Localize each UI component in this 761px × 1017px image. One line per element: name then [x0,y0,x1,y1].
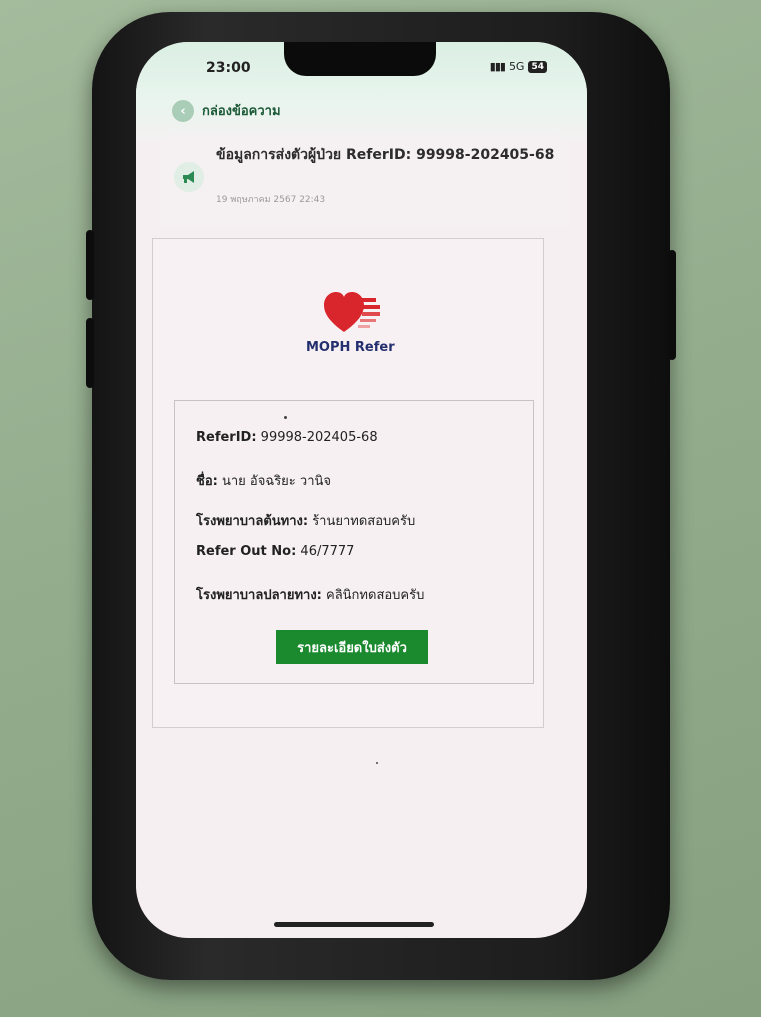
page-title: กล่องข้อความ [202,104,281,119]
dust-speck [284,416,287,419]
patient-name-value: นาย อัจฉริยะ วานิจ [217,474,332,489]
refer-id-label: ReferID: [196,430,257,445]
patient-name-label: ชื่อ: [196,474,218,489]
origin-hospital-row: โรงพยาบาลต้นทาง: ร้านยาทดสอบครับ [196,510,415,531]
power-button [668,250,676,360]
dynamic-island [284,42,436,76]
origin-hospital-label: โรงพยาบาลต้นทาง: [196,514,309,529]
refer-id-row: ReferID: 99998-202405-68 [196,430,378,445]
message-title: ข้อมูลการส่งตัวผู้ป่วย ReferID: 99998-20… [216,147,555,163]
refer-detail-button[interactable]: รายละเอียดใบส่งตัว [276,630,428,664]
chevron-left-icon: ‹ [180,103,186,119]
refer-out-label: Refer Out No: [196,544,297,559]
back-button[interactable]: ‹ [172,100,194,122]
dust-speck [376,762,378,764]
logo-text: MOPH Refer [306,340,395,355]
refer-out-value: 46/7777 [296,544,355,559]
refer-id-value: 99998-202405-68 [256,430,378,445]
heart-logo-icon [324,292,380,332]
destination-hospital-row: โรงพยาบาลปลายทาง: คลินิกทดสอบครับ [196,584,424,605]
destination-hospital-value: คลินิกทดสอบครับ [321,588,425,603]
megaphone-svg [183,171,194,183]
volume-button [86,230,94,300]
status-time: 23:00 [206,60,251,76]
origin-hospital-value: ร้านยาทดสอบครับ [308,514,416,529]
patient-name-row: ชื่อ: นาย อัจฉริยะ วานิจ [196,470,331,491]
destination-hospital-label: โรงพยาบาลปลายทาง: [196,588,322,603]
status-indicators: ▮▮▮ 5G 54 [490,60,547,73]
megaphone-icon [174,162,204,192]
home-indicator[interactable] [274,922,434,927]
battery-icon: 54 [528,60,547,73]
refer-out-row: Refer Out No: 46/7777 [196,544,354,559]
signal-icon: ▮▮▮ [489,60,506,73]
message-date: 19 พฤษภาคม 2567 22:43 [216,195,326,205]
phone-screen: 23:00 ▮▮▮ 5G 54 ‹ กล่องข้อความ ข้อมูลการ… [136,42,587,938]
network-label: 5G [508,60,525,73]
volume-button [86,318,94,388]
